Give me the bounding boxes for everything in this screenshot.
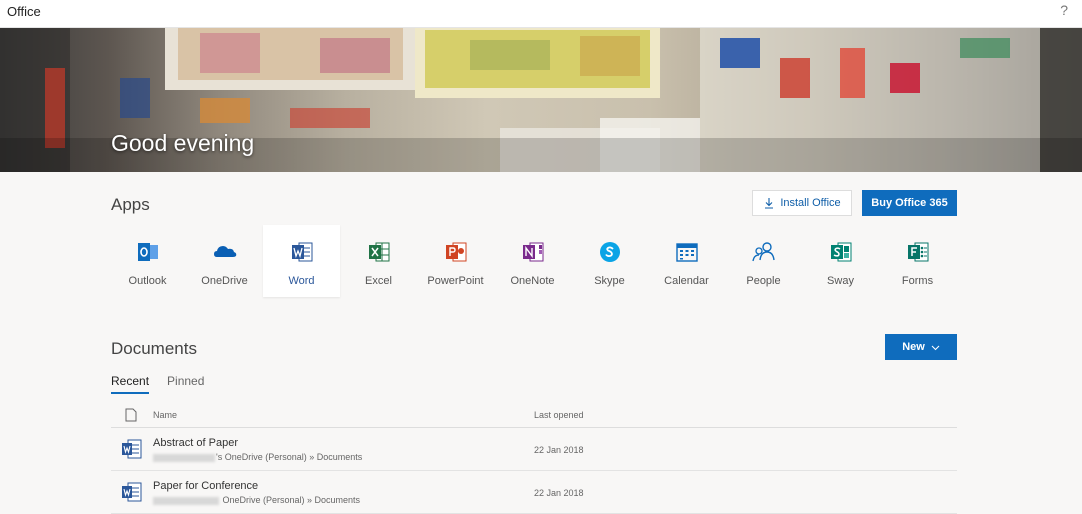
- document-path-text: 's OneDrive (Personal) » Documents: [216, 452, 363, 462]
- app-label: PowerPoint: [427, 275, 484, 287]
- top-bar: Office ?: [0, 0, 1082, 28]
- app-label: Word: [288, 275, 315, 287]
- column-header-last-opened[interactable]: Last opened: [534, 410, 584, 420]
- app-calendar[interactable]: Calendar: [648, 225, 725, 297]
- app-label: Skype: [594, 275, 625, 287]
- powerpoint-icon: [445, 242, 466, 262]
- calendar-icon: [675, 243, 698, 262]
- document-name[interactable]: Abstract of Paper: [153, 437, 238, 449]
- tab-recent[interactable]: Recent: [111, 374, 150, 394]
- documents-tabs: Recent Pinned: [111, 374, 204, 394]
- document-path: OneDrive (Personal) » Documents: [153, 495, 360, 505]
- app-label: Forms: [901, 275, 934, 287]
- tab-pinned[interactable]: Pinned: [167, 374, 204, 394]
- redacted-owner: [153, 496, 219, 505]
- document-date: 22 Jan 2018: [534, 488, 584, 498]
- document-date: 22 Jan 2018: [534, 445, 584, 455]
- app-label: Outlook: [128, 275, 167, 287]
- hero-banner: Good evening: [0, 28, 1082, 172]
- skype-icon: [599, 242, 620, 262]
- document-path: 's OneDrive (Personal) » Documents: [153, 452, 362, 462]
- chevron-down-icon: [931, 345, 940, 350]
- app-word[interactable]: Word: [263, 225, 340, 297]
- table-header: Name Last opened: [111, 405, 957, 428]
- table-row[interactable]: Paper for Conference OneDrive (Personal)…: [111, 471, 957, 514]
- app-excel[interactable]: Excel: [340, 225, 417, 297]
- word-file-icon: [122, 482, 142, 502]
- app-outlook[interactable]: Outlook: [109, 225, 186, 297]
- app-launcher: Outlook OneDrive Word Excel PowerPoint O…: [109, 225, 956, 297]
- table-row[interactable]: Abstract of Paper 's OneDrive (Personal)…: [111, 428, 957, 471]
- app-skype[interactable]: Skype: [571, 225, 648, 297]
- buy-office-label: Buy Office 365: [871, 197, 948, 209]
- app-label: People: [746, 275, 781, 287]
- help-icon[interactable]: ?: [1060, 2, 1068, 18]
- buy-office-button[interactable]: Buy Office 365: [862, 190, 957, 216]
- redacted-owner: [153, 453, 215, 462]
- app-onedrive[interactable]: OneDrive: [186, 225, 263, 297]
- file-type-icon: [125, 408, 137, 422]
- new-label: New: [902, 341, 925, 353]
- column-header-name[interactable]: Name: [153, 410, 177, 420]
- new-document-button[interactable]: New: [885, 334, 957, 360]
- sway-icon: [830, 242, 851, 262]
- app-people[interactable]: People: [725, 225, 802, 297]
- app-powerpoint[interactable]: PowerPoint: [417, 225, 494, 297]
- forms-icon: [907, 242, 928, 262]
- app-label: OneNote: [510, 275, 555, 287]
- app-label: OneDrive: [201, 275, 248, 287]
- onedrive-icon: [213, 246, 236, 257]
- onenote-icon: [522, 242, 543, 262]
- app-sway[interactable]: Sway: [802, 225, 879, 297]
- word-icon: [291, 242, 312, 262]
- office-brand[interactable]: Office: [7, 4, 41, 19]
- apps-title: Apps: [111, 195, 150, 214]
- app-label: Sway: [827, 275, 854, 287]
- word-file-icon: [122, 439, 142, 459]
- app-label: Excel: [365, 275, 392, 287]
- app-forms[interactable]: Forms: [879, 225, 956, 297]
- excel-icon: [368, 242, 389, 262]
- install-office-label: Install Office: [780, 197, 841, 209]
- documents-title: Documents: [111, 339, 197, 358]
- greeting-text: Good evening: [111, 130, 255, 156]
- document-name[interactable]: Paper for Conference: [153, 480, 258, 492]
- documents-table: Name Last opened Abstract of Paper 's On…: [111, 405, 957, 514]
- install-office-button[interactable]: Install Office: [752, 190, 852, 216]
- document-path-text: OneDrive (Personal) » Documents: [220, 495, 361, 505]
- app-label: Calendar: [664, 275, 709, 287]
- outlook-icon: [137, 243, 158, 261]
- app-onenote[interactable]: OneNote: [494, 225, 571, 297]
- download-icon: [765, 198, 774, 209]
- people-icon: [751, 242, 775, 262]
